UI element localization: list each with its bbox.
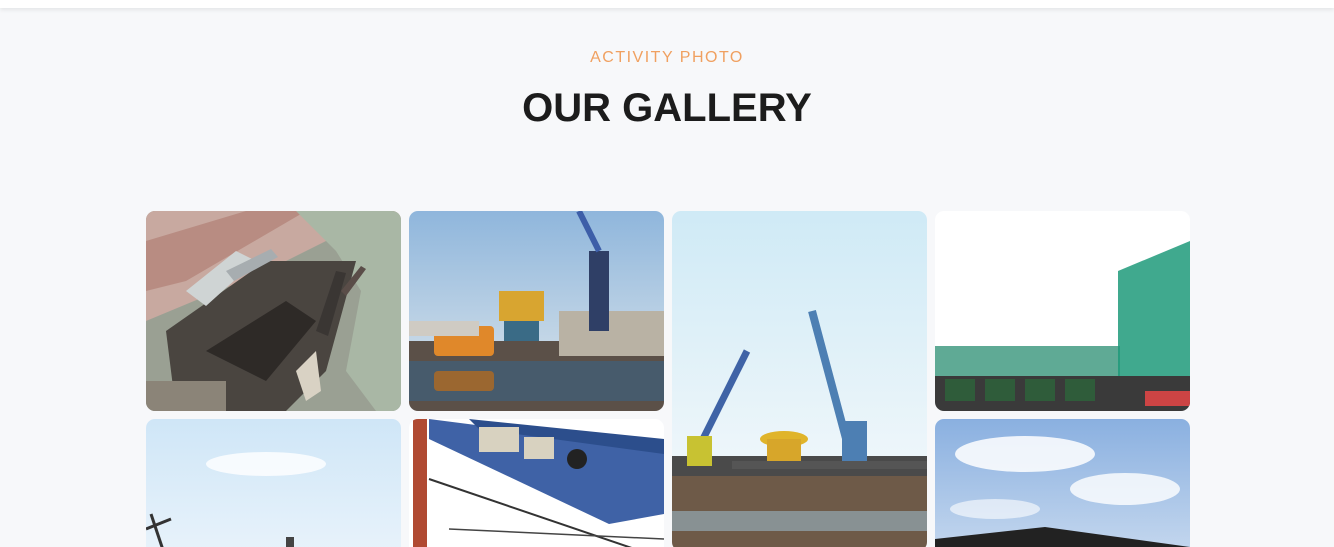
aerial-port-photo (146, 211, 401, 411)
harbor-crane-photo (409, 211, 664, 411)
gallery-item-sky-crane[interactable] (146, 419, 401, 547)
section-eyebrow: ACTIVITY PHOTO (590, 49, 744, 66)
gallery-item-twin-cranes[interactable] (672, 211, 927, 547)
gallery-item-aerial-port[interactable] (146, 211, 401, 411)
gallery-item-green-fence-trucks[interactable] (935, 211, 1190, 411)
blue-sky-building-photo (935, 419, 1190, 547)
page-title: OUR GALLERY (522, 86, 812, 130)
top-navbar (0, 0, 1334, 8)
sky-crane-photo (146, 419, 401, 547)
gallery-item-crane-arm-closeup[interactable] (409, 419, 664, 547)
twin-cranes-photo (672, 211, 927, 547)
gallery-item-harbor-crane[interactable] (409, 211, 664, 411)
green-fence-trucks-photo (935, 211, 1190, 411)
crane-arm-closeup-photo (409, 419, 664, 547)
gallery-item-blue-sky-building[interactable] (935, 419, 1190, 547)
